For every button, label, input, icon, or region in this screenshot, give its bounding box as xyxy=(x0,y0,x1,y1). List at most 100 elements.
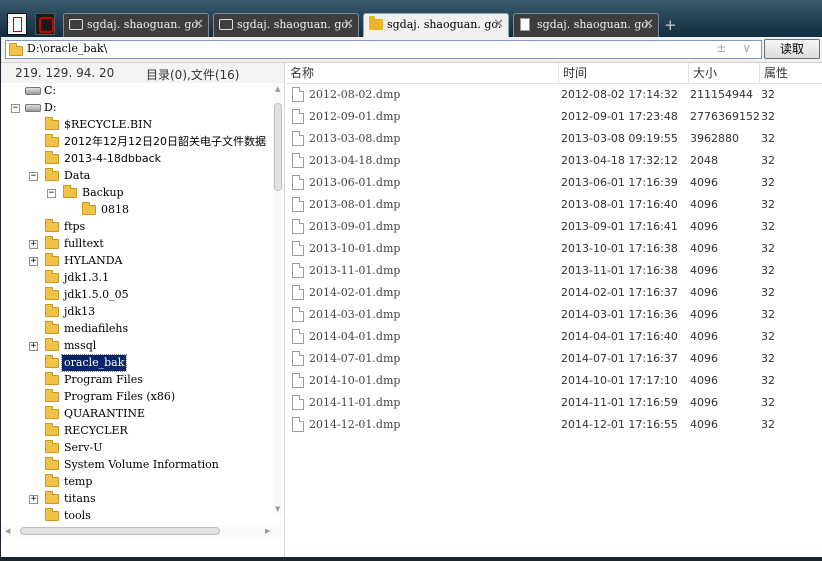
tree-expander-icon[interactable]: + xyxy=(29,495,38,504)
file-name: 2013-03-08.dmp xyxy=(309,132,401,145)
tree-item-label: Program Files (x86) xyxy=(64,390,176,403)
tree-item-label: C: xyxy=(44,84,57,97)
tree-expander-icon[interactable]: + xyxy=(29,257,38,266)
tree-item-label: Backup xyxy=(82,186,124,199)
file-size: 4096 xyxy=(690,286,718,299)
file-row[interactable]: 2014-07-01.dmp 2014-07-01 17:16:37 4096 32 xyxy=(286,348,822,370)
file-row[interactable]: 2014-10-01.dmp 2014-10-01 17:17:10 4096 32 xyxy=(286,370,822,392)
address-value: D:\oracle_bak\ xyxy=(27,42,108,55)
tree-expander-icon[interactable]: − xyxy=(11,104,20,113)
tree-item-label: RECYCLER xyxy=(64,424,128,437)
stop-icon[interactable] xyxy=(35,13,55,35)
file-attr: 32 xyxy=(761,264,775,277)
file-row[interactable]: 2012-08-02.dmp 2012-08-02 17:14:32 2111549… xyxy=(286,84,822,106)
tree-expander-icon[interactable]: + xyxy=(29,342,38,351)
file-row[interactable]: 2013-03-08.dmp 2013-03-08 09:19:55 3962880… xyxy=(286,128,822,150)
file-time: 2014-07-01 17:16:37 xyxy=(561,352,678,365)
tree-item-label: ftps xyxy=(64,220,86,233)
file-row[interactable]: 2013-10-01.dmp 2013-10-01 17:16:38 4096 32 xyxy=(286,238,822,260)
file-name: 2014-12-01.dmp xyxy=(309,418,401,431)
file-row[interactable]: 2014-03-01.dmp 2014-03-01 17:16:36 4096 32 xyxy=(286,304,822,326)
file-name: 2013-10-01.dmp xyxy=(309,242,401,255)
file-row[interactable]: 2014-12-01.dmp 2014-12-01 17:16:55 4096 32 xyxy=(286,414,822,436)
file-size: 4096 xyxy=(690,418,718,431)
tree-item-label: 2013-4-18dbback xyxy=(64,152,162,165)
file-row[interactable]: 2014-02-01.dmp 2014-02-01 17:16:37 4096 32 xyxy=(286,282,822,304)
column-size[interactable]: 大小 xyxy=(688,63,759,83)
app-menu-icon[interactable] xyxy=(7,13,27,35)
file-icon xyxy=(292,197,304,212)
tree-horizontal-scrollbar[interactable]: ◀ ▶ xyxy=(1,525,284,537)
file-icon xyxy=(292,219,304,234)
column-attr[interactable]: 属性 xyxy=(759,63,822,83)
folder-icon xyxy=(45,168,59,181)
folder-icon xyxy=(45,423,59,436)
file-list: 2012-08-02.dmp 2012-08-02 17:14:32 2111549… xyxy=(286,84,822,557)
tab-close-icon[interactable]: ✕ xyxy=(493,14,504,36)
tab-4[interactable]: sgdaj. shaoguan. go. ✕ xyxy=(513,13,659,37)
file-size: 2776369152 xyxy=(690,110,760,123)
file-manager-window: D:\oracle_bak\ ± ∨ 读取 219. 129. 94. 20 目… xyxy=(1,37,822,557)
scroll-up-icon[interactable]: ▲ xyxy=(275,85,280,93)
folder-icon xyxy=(369,16,383,30)
file-attr: 32 xyxy=(761,110,775,123)
tree-expander-icon[interactable]: − xyxy=(29,172,38,181)
file-row[interactable]: 2013-09-01.dmp 2013-09-01 17:16:41 4096 32 xyxy=(286,216,822,238)
address-dropdown-icon[interactable]: ± ∨ xyxy=(716,41,757,55)
tab-close-icon[interactable]: ✕ xyxy=(643,14,654,36)
tree-item-label: temp xyxy=(64,475,93,488)
file-row[interactable]: 2013-06-01.dmp 2013-06-01 17:16:39 4096 32 xyxy=(286,172,822,194)
file-attr: 32 xyxy=(761,154,775,167)
file-attr: 32 xyxy=(761,330,775,343)
file-row[interactable]: 2013-08-01.dmp 2013-08-01 17:16:40 4096 32 xyxy=(286,194,822,216)
read-button[interactable]: 读取 xyxy=(764,39,820,59)
column-name[interactable]: 名称 xyxy=(286,63,558,83)
tree-item-label: titans xyxy=(64,492,96,505)
new-tab-button[interactable]: + xyxy=(664,16,677,34)
file-size: 4096 xyxy=(690,374,718,387)
folder-icon xyxy=(45,270,59,283)
scroll-right-icon[interactable]: ▶ xyxy=(265,527,270,535)
file-row[interactable]: 2013-04-18.dmp 2013-04-18 17:32:12 2048 32 xyxy=(286,150,822,172)
tab-1[interactable]: sgdaj. shaoguan. go. ✕ xyxy=(63,13,209,37)
file-size: 4096 xyxy=(690,220,718,233)
file-icon xyxy=(292,417,304,432)
file-attr: 32 xyxy=(761,374,775,387)
folder-icon xyxy=(45,253,59,266)
file-row[interactable]: 2013-11-01.dmp 2013-11-01 17:16:38 4096 32 xyxy=(286,260,822,282)
tree-vertical-scrollbar[interactable]: ▲ ▼ xyxy=(273,83,283,515)
folder-icon xyxy=(45,372,59,385)
tab-2[interactable]: sgdaj. shaoguan. go. ✕ xyxy=(213,13,359,37)
tab-close-icon[interactable]: ✕ xyxy=(193,14,204,36)
file-time: 2014-02-01 17:16:37 xyxy=(561,286,678,299)
file-size: 211154944 xyxy=(690,88,753,101)
file-row[interactable]: 2014-04-01.dmp 2014-04-01 17:16:40 4096 32 xyxy=(286,326,822,348)
scroll-thumb[interactable] xyxy=(20,527,220,535)
tree-item-label: mediafilehs xyxy=(64,322,129,335)
file-size: 4096 xyxy=(690,264,718,277)
tree-item-label: HYLANDA xyxy=(64,254,123,267)
tree-expander-icon[interactable]: − xyxy=(47,189,56,198)
scroll-thumb[interactable] xyxy=(274,103,282,191)
tab-label: sgdaj. shaoguan. go. xyxy=(387,18,502,31)
file-name: 2012-09-01.dmp xyxy=(309,110,401,123)
folder-icon xyxy=(45,236,59,249)
document-icon xyxy=(520,18,530,31)
file-icon xyxy=(292,351,304,366)
file-row[interactable]: 2012-09-01.dmp 2012-09-01 17:23:48 2776369… xyxy=(286,106,822,128)
file-icon xyxy=(292,373,304,388)
column-time[interactable]: 时间 xyxy=(558,63,688,83)
folder-icon xyxy=(45,134,59,147)
tab-close-icon[interactable]: ✕ xyxy=(343,14,354,36)
tab-3-active[interactable]: sgdaj. shaoguan. go. ✕ xyxy=(363,13,509,38)
address-input[interactable]: D:\oracle_bak\ ± ∨ xyxy=(5,40,762,59)
file-time: 2013-08-01 17:16:40 xyxy=(561,198,678,211)
drive-icon xyxy=(25,87,41,95)
tab-label: sgdaj. shaoguan. go. xyxy=(537,18,652,31)
folder-icon xyxy=(45,406,59,419)
file-row[interactable]: 2014-11-01.dmp 2014-11-01 17:16:59 4096 32 xyxy=(286,392,822,414)
tree-expander-icon[interactable]: + xyxy=(29,240,38,249)
scroll-left-icon[interactable]: ◀ xyxy=(5,527,10,535)
status-row: 219. 129. 94. 20 目录(0),文件(16) xyxy=(1,63,285,83)
scroll-down-icon[interactable]: ▼ xyxy=(275,505,280,513)
